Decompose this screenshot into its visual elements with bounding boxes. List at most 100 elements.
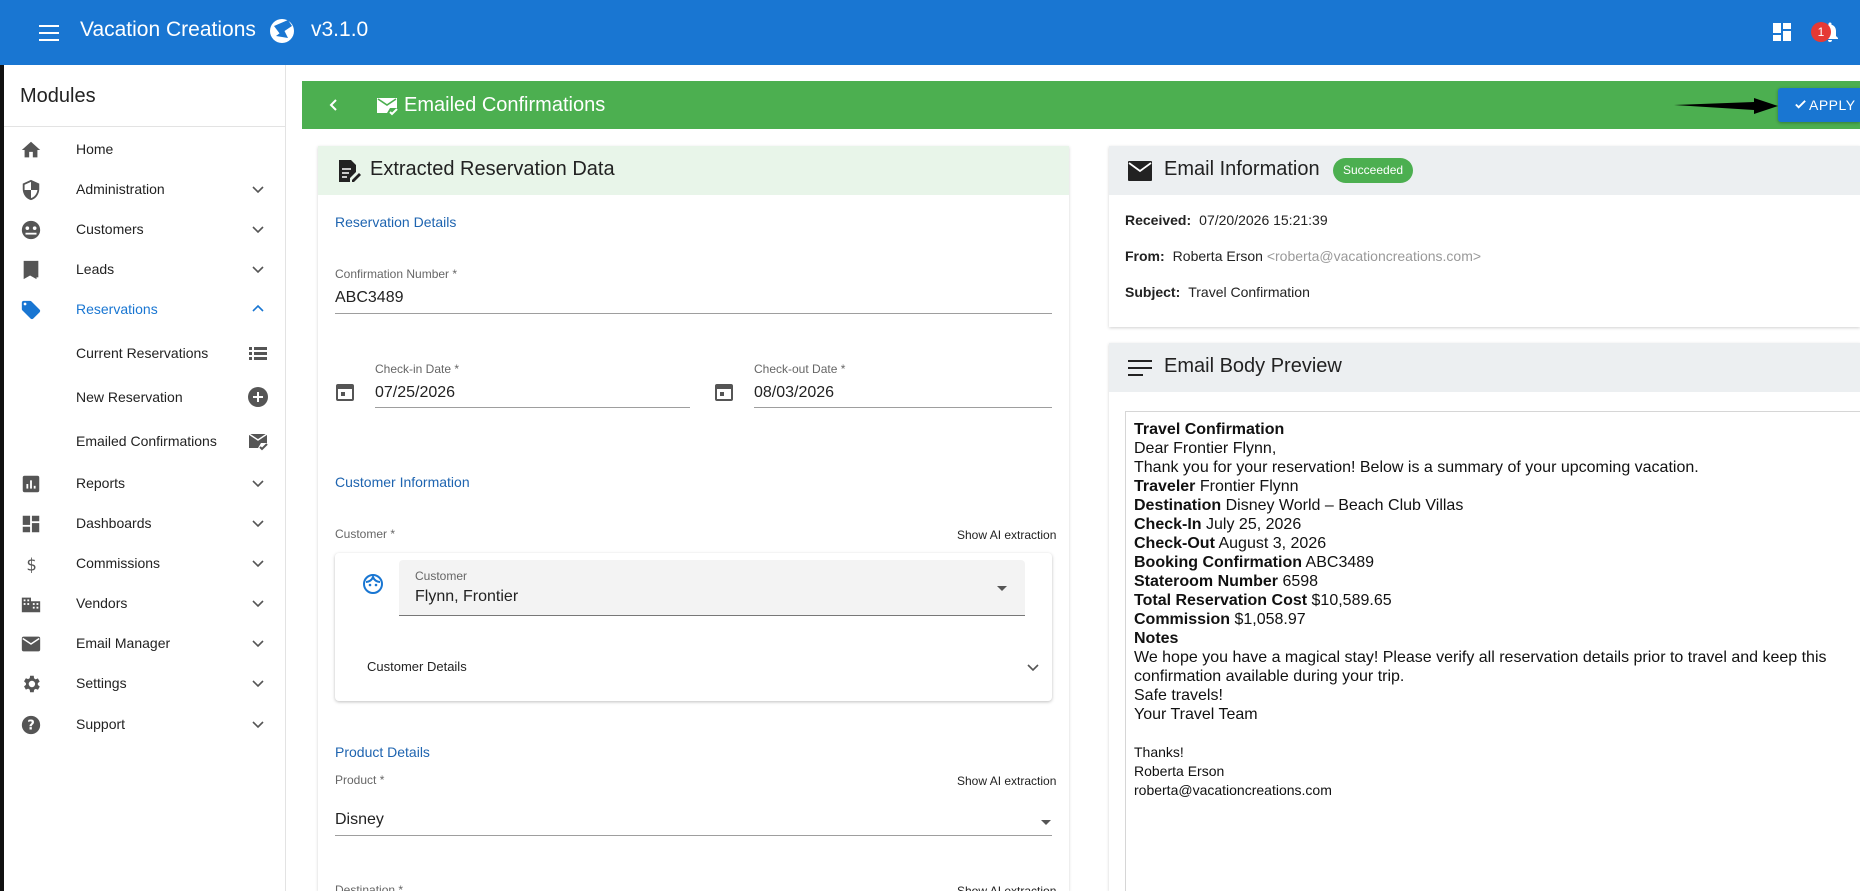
email-information-card: Email Information Succeeded Received: 07/… (1109, 146, 1860, 327)
show-ai-extraction-customer[interactable]: Show AI extraction (957, 528, 1056, 542)
sidebar-item-reports[interactable]: Reports (4, 464, 286, 502)
received-row: Received: 07/20/2026 15:21:39 (1125, 212, 1328, 228)
sidebar-item-label: Support (76, 716, 126, 732)
sidebar-item-commissions[interactable]: $ Commissions (4, 544, 286, 582)
customer-label: Customer * (335, 527, 396, 541)
dropdown-arrow-icon[interactable] (1041, 820, 1051, 825)
sidebar-item-leads[interactable]: Leads (4, 250, 286, 288)
sidebar-item-label: Email Manager (76, 635, 171, 651)
checkin-field[interactable]: 07/25/2026 (375, 384, 455, 402)
received-label: Received: (1125, 212, 1192, 228)
sidebar-item-customers[interactable]: Customers (4, 210, 286, 248)
apply-label: APPLY (1809, 97, 1856, 113)
sidebar-divider (4, 126, 286, 127)
preview-row: Total Reservation Cost $10,589.65 (1134, 592, 1392, 609)
calendar-icon[interactable] (714, 382, 734, 402)
preview-row: Check-In July 25, 2026 (1134, 516, 1302, 533)
show-ai-extraction-product[interactable]: Show AI extraction (957, 774, 1056, 788)
menu-icon[interactable] (36, 20, 62, 44)
logo-icon (270, 19, 294, 43)
preview-row: Commission $1,058.97 (1134, 611, 1306, 628)
section-product-details: Product Details (335, 744, 430, 760)
sidebar-item-current-reservations[interactable]: Current Reservations (4, 334, 286, 372)
chevron-down-icon (252, 560, 264, 568)
sidebar-item-label: Customers (76, 221, 144, 237)
sidebar-item-label: Leads (76, 261, 115, 277)
customer-box: Customer Flynn, Frontier Customer Detail… (335, 553, 1052, 701)
sidebar-item-settings[interactable]: Settings (4, 664, 286, 702)
sidebar-item-label: Emailed Confirmations (76, 433, 217, 449)
chevron-down-icon (252, 480, 264, 488)
confirmation-label: Confirmation Number * (335, 267, 458, 281)
apply-button[interactable]: APPLY (1778, 88, 1860, 122)
checkout-underline (754, 407, 1052, 408)
subject-value: Travel Confirmation (1188, 284, 1310, 300)
card-header: Email Information Succeeded (1109, 146, 1860, 195)
confirmation-field[interactable]: ABC3489 (335, 289, 404, 307)
show-ai-extraction-destination[interactable]: Show AI extraction (957, 884, 1056, 891)
product-underline (335, 835, 1052, 836)
mail-check-icon (377, 98, 398, 116)
sidebar: Modules Home Administration Customers Le… (4, 65, 286, 891)
back-chevron-icon[interactable] (324, 95, 344, 115)
sidebar-item-dashboards[interactable]: Dashboards (4, 504, 286, 542)
confirmation-underline (335, 313, 1052, 314)
section-reservation-details: Reservation Details (335, 214, 457, 230)
sidebar-item-email-manager[interactable]: Email Manager (4, 624, 286, 662)
from-row: From: Roberta Erson <roberta@vacationcrea… (1125, 248, 1481, 264)
preview-signature-name: Roberta Erson (1134, 763, 1225, 779)
preview-row: Stateroom Number 6598 (1134, 573, 1319, 590)
plus-circle-icon (248, 387, 268, 407)
email-body-card: Email Body Preview Travel Confirmation D… (1109, 343, 1860, 891)
product-select[interactable]: Disney (335, 811, 384, 829)
status-badge: Succeeded (1333, 158, 1414, 183)
chevron-down-icon (252, 640, 264, 648)
list-icon (249, 347, 267, 360)
customer-select[interactable]: Customer Flynn, Frontier (399, 560, 1025, 616)
mail-check-icon (248, 433, 268, 451)
sidebar-item-label: Reports (76, 475, 126, 491)
edit-document-icon (339, 160, 361, 182)
from-email: <roberta@vacationcreations.com> (1266, 248, 1482, 264)
email-preview: Travel Confirmation Dear Frontier Flynn,… (1125, 411, 1860, 891)
preview-notes: We hope you have a magical stay! Please … (1134, 649, 1827, 685)
sidebar-item-label: Home (76, 141, 114, 157)
mail-icon (1128, 161, 1152, 181)
from-name: Roberta Erson (1172, 248, 1263, 264)
face-icon (363, 573, 383, 594)
dollar-icon: $ (26, 555, 37, 574)
preview-intro: Thank you for your reservation! Below is… (1134, 459, 1699, 476)
check-icon (1795, 100, 1806, 109)
customer-details-toggle[interactable]: Customer Details (367, 659, 467, 674)
customers-icon (21, 220, 41, 240)
chevron-up-icon (252, 304, 264, 312)
checkout-field[interactable]: 08/03/2026 (754, 384, 834, 402)
sidebar-item-label: New Reservation (76, 389, 183, 405)
dashboard-icon[interactable] (1772, 22, 1792, 42)
preview-team: Your Travel Team (1134, 706, 1258, 723)
sidebar-item-label: Dashboards (76, 515, 152, 531)
sidebar-item-reservations[interactable]: Reservations (4, 290, 286, 328)
chevron-down-icon[interactable] (1025, 659, 1041, 675)
sidebar-item-label: Vendors (76, 595, 128, 611)
received-value: 07/20/2026 15:21:39 (1199, 212, 1328, 228)
preview-row: Destination Disney World – Beach Club Vi… (1134, 497, 1464, 514)
card-title: Email Body Preview (1164, 355, 1342, 377)
svg-text:?: ? (27, 719, 34, 734)
product-label: Product * (335, 773, 385, 787)
calendar-icon[interactable] (335, 382, 355, 402)
sidebar-item-support[interactable]: ? Support (4, 705, 286, 743)
checkin-label: Check-in Date * (375, 362, 460, 376)
chevron-down-icon (252, 520, 264, 528)
sidebar-item-vendors[interactable]: Vendors (4, 584, 286, 622)
sidebar-item-administration[interactable]: Administration (4, 170, 286, 208)
help-icon: ? (21, 715, 41, 735)
preview-row: Booking Confirmation ABC3489 (1134, 554, 1375, 571)
checkin-underline (375, 407, 690, 408)
notification-badge: 1 (1811, 22, 1831, 42)
sidebar-item-new-reservation[interactable]: New Reservation (4, 378, 286, 416)
sidebar-item-home[interactable]: Home (4, 130, 286, 168)
sidebar-item-label: Current Reservations (76, 345, 209, 361)
chevron-down-icon (252, 600, 264, 608)
sidebar-item-emailed-confirmations[interactable]: Emailed Confirmations (4, 422, 286, 460)
